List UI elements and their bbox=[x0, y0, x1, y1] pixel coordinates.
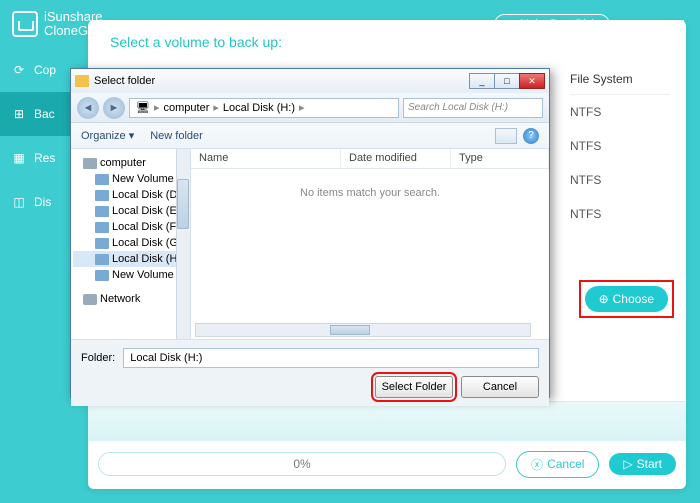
bottom-bar: 0% ⓧ Cancel ▷ Start bbox=[98, 447, 676, 481]
tree-drive[interactable]: Local Disk (G:) bbox=[73, 235, 188, 251]
drive-icon bbox=[95, 206, 109, 217]
disk-icon: ◫ bbox=[10, 193, 28, 211]
col-name[interactable]: Name bbox=[191, 149, 341, 168]
breadcrumb[interactable]: 🖥 ▸ computer ▸ Local Disk (H:) ▸ bbox=[129, 98, 399, 118]
help-icon[interactable]: ? bbox=[523, 128, 539, 144]
tree-drive[interactable]: Local Disk (F:) bbox=[73, 219, 188, 235]
drive-icon bbox=[95, 174, 109, 185]
plus-circle-icon: ⊕ bbox=[599, 292, 609, 306]
search-input[interactable]: Search Local Disk (H:) bbox=[403, 98, 543, 118]
drive-icon bbox=[95, 270, 109, 281]
panel-title: Select a volume to back up: bbox=[88, 20, 686, 60]
sidebar-item-backup[interactable]: ⊞ Bac bbox=[0, 92, 72, 136]
x-circle-icon: ⓧ bbox=[531, 456, 543, 473]
start-button[interactable]: ▷ Start bbox=[609, 453, 676, 475]
tree-drive[interactable]: Local Disk (D:) bbox=[73, 187, 188, 203]
computer-icon: 🖥 bbox=[136, 101, 150, 114]
table-row[interactable]: NTFS bbox=[570, 163, 670, 197]
empty-message: No items match your search. bbox=[191, 169, 549, 217]
drive-icon bbox=[95, 254, 109, 265]
sidebar: ⟳ Cop ⊞ Bac ▦ Res ◫ Dis bbox=[0, 48, 72, 503]
drive-icon bbox=[95, 222, 109, 233]
play-icon: ▷ bbox=[623, 457, 632, 471]
choose-highlight: ⊕ Choose bbox=[579, 280, 674, 318]
computer-icon bbox=[83, 158, 97, 169]
select-folder-dialog: Select folder _ □ ✕ ◄ ► 🖥 ▸ computer ▸ L… bbox=[70, 68, 550, 398]
tree-network[interactable]: Network bbox=[73, 291, 188, 307]
file-list: Name Date modified Type No items match y… bbox=[191, 149, 549, 339]
table-row[interactable]: NTFS bbox=[570, 129, 670, 163]
volume-table-fs-col: File System NTFS NTFS NTFS NTFS bbox=[570, 64, 670, 231]
restore-icon: ▦ bbox=[10, 149, 28, 167]
folder-label: Folder: bbox=[81, 352, 115, 364]
col-filesystem: File System bbox=[570, 64, 670, 95]
tree-drive[interactable]: New Volume (I:) bbox=[73, 267, 188, 283]
tree-drive-selected[interactable]: Local Disk (H:) bbox=[73, 251, 188, 267]
col-type[interactable]: Type bbox=[451, 149, 549, 168]
tree-drive[interactable]: Local Disk (E:) bbox=[73, 203, 188, 219]
choose-button[interactable]: ⊕ Choose bbox=[585, 286, 668, 312]
dialog-minimize-button[interactable]: _ bbox=[469, 73, 495, 89]
col-date[interactable]: Date modified bbox=[341, 149, 451, 168]
tree-drive[interactable]: New Volume (C: bbox=[73, 171, 188, 187]
tree-computer[interactable]: computer bbox=[73, 155, 188, 171]
network-icon bbox=[83, 294, 97, 305]
select-folder-button[interactable]: Select Folder bbox=[375, 376, 453, 398]
nav-back-button[interactable]: ◄ bbox=[77, 97, 99, 119]
table-row[interactable]: NTFS bbox=[570, 95, 670, 129]
dialog-close-button[interactable]: ✕ bbox=[519, 73, 545, 89]
cancel-button[interactable]: ⓧ Cancel bbox=[516, 451, 599, 478]
folder-input[interactable] bbox=[123, 348, 539, 368]
decorative-clouds bbox=[88, 401, 686, 441]
tree-scrollbar[interactable] bbox=[176, 149, 190, 339]
logo-icon bbox=[12, 11, 38, 37]
dialog-maximize-button[interactable]: □ bbox=[494, 73, 520, 89]
copy-icon: ⟳ bbox=[10, 61, 28, 79]
dialog-cancel-button[interactable]: Cancel bbox=[461, 376, 539, 398]
new-folder-button[interactable]: New folder bbox=[150, 130, 203, 142]
nav-forward-button[interactable]: ► bbox=[103, 97, 125, 119]
sidebar-item-disk[interactable]: ◫ Dis bbox=[0, 180, 72, 224]
drive-icon bbox=[95, 238, 109, 249]
dialog-navbar: ◄ ► 🖥 ▸ computer ▸ Local Disk (H:) ▸ Sea… bbox=[71, 93, 549, 123]
organize-menu[interactable]: Organize ▾ bbox=[81, 129, 134, 142]
sidebar-item-copy[interactable]: ⟳ Cop bbox=[0, 48, 72, 92]
folder-tree: computer New Volume (C: Local Disk (D:) … bbox=[71, 149, 191, 339]
folder-icon bbox=[75, 75, 89, 87]
horizontal-scrollbar[interactable] bbox=[195, 323, 531, 337]
dialog-toolbar: Organize ▾ New folder ? bbox=[71, 123, 549, 149]
drive-icon bbox=[95, 190, 109, 201]
table-row[interactable]: NTFS bbox=[570, 197, 670, 231]
backup-icon: ⊞ bbox=[10, 105, 28, 123]
dialog-titlebar[interactable]: Select folder _ □ ✕ bbox=[71, 69, 549, 93]
view-options-button[interactable] bbox=[495, 128, 517, 144]
sidebar-item-restore[interactable]: ▦ Res bbox=[0, 136, 72, 180]
dialog-footer: Folder: Select Folder Cancel bbox=[71, 339, 549, 406]
progress-bar: 0% bbox=[98, 452, 506, 476]
